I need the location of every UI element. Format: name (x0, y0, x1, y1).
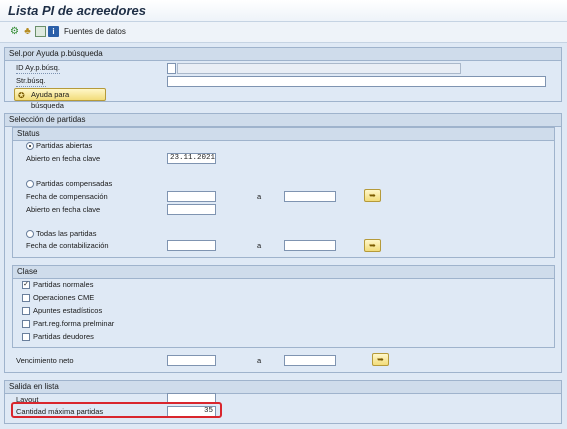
net-due-to-label: a (257, 356, 262, 365)
net-due-to-field[interactable] (284, 355, 336, 366)
clearing-date-to-label: a (257, 192, 262, 201)
highlight-box (11, 402, 222, 418)
cleared-items-label: Partidas compensadas (36, 179, 113, 188)
normal-items-checkbox[interactable]: ✓ (22, 281, 30, 289)
execute-icon[interactable]: ⚙ (9, 26, 20, 37)
clearing-date-from-field[interactable] (167, 191, 216, 202)
open-key-date-field[interactable]: 23.11.2021 (167, 153, 216, 164)
search-help-title: Sel.por Ayuda p.búsqueda (5, 48, 561, 61)
info-icon[interactable]: i (48, 26, 59, 37)
application-toolbar: ⚙ ♣ i Fuentes de datos (0, 22, 567, 43)
open-key-date-label: Abierto en fecha clave (26, 154, 101, 163)
search-help-icon: ✪ (18, 91, 25, 100)
status-title: Status (13, 128, 554, 141)
search-string-field[interactable] (167, 76, 546, 87)
special-gl-checkbox[interactable] (22, 294, 30, 302)
normal-items-label: Partidas normales (33, 280, 94, 289)
page-title: Lista PI de acreedores (8, 3, 147, 18)
posting-date-to-label: a (257, 241, 262, 250)
statistical-items-label: Apuntes estadísticos (33, 306, 103, 315)
statistical-items-checkbox[interactable] (22, 307, 30, 315)
net-due-multiple-selection-button[interactable]: ➥ (372, 353, 389, 366)
posting-date-to-field[interactable] (284, 240, 336, 251)
posting-date-multiple-selection-button[interactable]: ➥ (364, 239, 381, 252)
parked-items-label: Part.reg.forma prelminar (33, 319, 115, 328)
cleared-key-date-label: Abierto en fecha clave (26, 205, 101, 214)
search-help-button[interactable]: ✪ Ayuda para búsqueda (14, 88, 106, 110)
posting-date-label: Fecha de contabilización (26, 241, 109, 250)
data-sources-button[interactable]: Fuentes de datos (64, 27, 126, 36)
search-help-id-label: ID Ay.p.búsq. (16, 63, 60, 74)
net-due-label: Vencimiento neto (16, 356, 74, 365)
title-bar: Lista PI de acreedores (0, 0, 567, 22)
search-help-id-description (177, 63, 461, 74)
cleared-items-radio[interactable] (26, 180, 34, 188)
special-gl-label: Operaciones CME (33, 293, 95, 302)
clearing-date-multiple-selection-button[interactable]: ➥ (364, 189, 381, 202)
net-due-from-field[interactable] (167, 355, 216, 366)
open-items-radio[interactable] (26, 142, 34, 150)
clearing-date-label: Fecha de compensación (26, 192, 108, 201)
all-items-radio[interactable] (26, 230, 34, 238)
parked-items-checkbox[interactable] (22, 320, 30, 328)
posting-date-from-field[interactable] (167, 240, 216, 251)
search-help-button-label: Ayuda para búsqueda (31, 90, 70, 110)
list-output-title: Salida en lista (5, 381, 561, 394)
search-help-id-field[interactable] (167, 63, 176, 74)
get-variant-icon[interactable]: ♣ (22, 26, 33, 37)
save-variant-icon[interactable] (35, 26, 46, 37)
customer-items-checkbox[interactable] (22, 333, 30, 341)
item-selection-title: Selección de partidas (5, 114, 561, 127)
customer-items-label: Partidas deudores (33, 332, 94, 341)
search-string-label: Str.búsq. (16, 76, 46, 87)
clearing-date-to-field[interactable] (284, 191, 336, 202)
item-type-title: Clase (13, 266, 554, 279)
cleared-key-date-field[interactable] (167, 204, 216, 215)
open-items-label: Partidas abiertas (36, 141, 93, 150)
all-items-label: Todas las partidas (36, 229, 97, 238)
